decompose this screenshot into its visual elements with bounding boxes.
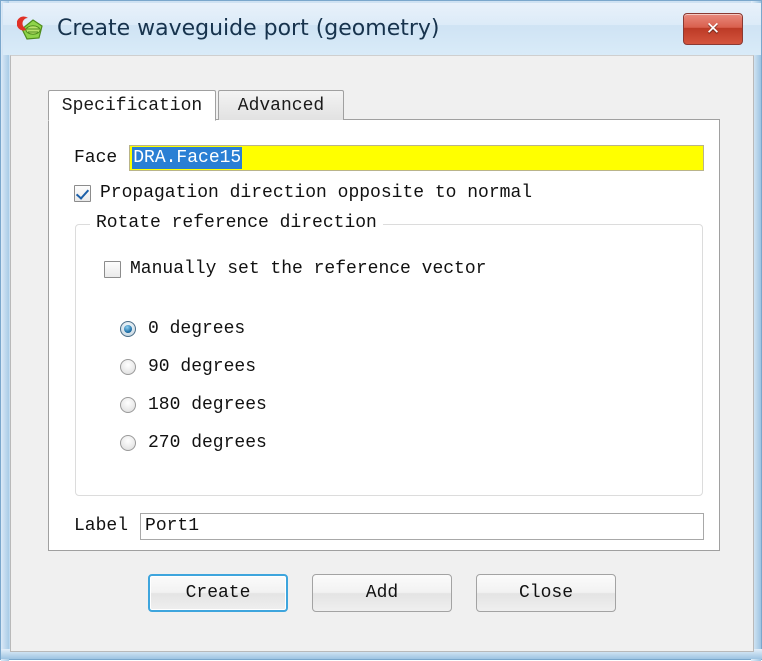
rotation-radio-group: 0 degrees 90 degrees 180 degrees 270 deg…: [120, 310, 267, 462]
title-bar[interactable]: Create waveguide port (geometry) ✕: [3, 3, 761, 55]
tab-specification-label: Specification: [61, 95, 203, 116]
radio-270-degrees[interactable]: 270 degrees: [120, 424, 267, 462]
radio-90-degrees-label: 90 degrees: [148, 357, 257, 377]
port-label-caption: Label: [74, 516, 129, 536]
radio-unselected-icon: [120, 397, 136, 413]
radio-270-degrees-label: 270 degrees: [148, 433, 267, 453]
face-input-value: DRA.Face15: [132, 147, 243, 169]
create-button[interactable]: Create: [148, 574, 288, 612]
radio-0-degrees-label: 0 degrees: [148, 319, 246, 339]
close-dialog-button[interactable]: Close: [476, 574, 616, 612]
manual-reference-vector-label: Manually set the reference vector: [130, 259, 487, 279]
rotate-reference-direction-group: Rotate reference direction Manually set …: [75, 213, 703, 496]
port-label-row: Label Port1: [74, 512, 704, 540]
propagation-direction-label: Propagation direction opposite to normal: [100, 183, 533, 203]
radio-unselected-icon: [120, 435, 136, 451]
dialog-button-bar: Create Add Close: [11, 574, 753, 612]
tab-strip: Specification Advanced: [48, 90, 720, 121]
window-frame-left: [1, 1, 9, 661]
add-button-label: Add: [365, 583, 399, 603]
create-button-label: Create: [185, 583, 251, 603]
add-button[interactable]: Add: [312, 574, 452, 612]
radio-180-degrees[interactable]: 180 degrees: [120, 386, 267, 424]
close-button[interactable]: ✕: [683, 13, 743, 45]
propagation-direction-checkbox[interactable]: Propagation direction opposite to normal: [74, 183, 532, 203]
tab-panel-specification: Face DRA.Face15 Propagation direction op…: [48, 119, 720, 551]
tab-advanced[interactable]: Advanced: [218, 90, 344, 120]
checkbox-checked-icon: [74, 184, 91, 202]
close-icon: ✕: [705, 18, 721, 39]
radio-0-degrees[interactable]: 0 degrees: [120, 310, 267, 348]
dialog-window: Create waveguide port (geometry) ✕ Speci…: [0, 0, 762, 661]
radio-180-degrees-label: 180 degrees: [148, 395, 267, 415]
dialog-client-area: Specification Advanced Face DRA.Face15 P…: [10, 55, 754, 652]
window-title: Create waveguide port (geometry): [57, 15, 440, 41]
tab-advanced-label: Advanced: [237, 95, 325, 116]
radio-90-degrees[interactable]: 90 degrees: [120, 348, 267, 386]
checkbox-unchecked-icon: [104, 260, 121, 278]
face-input[interactable]: DRA.Face15: [129, 145, 704, 171]
port-label-input[interactable]: Port1: [140, 512, 704, 540]
close-dialog-button-label: Close: [518, 583, 573, 603]
manual-reference-vector-checkbox[interactable]: Manually set the reference vector: [104, 259, 486, 279]
radio-unselected-icon: [120, 359, 136, 375]
face-label: Face: [74, 148, 118, 168]
face-row: Face DRA.Face15: [74, 144, 704, 172]
cst-app-icon: [16, 14, 47, 44]
group-title: Rotate reference direction: [90, 213, 383, 233]
radio-selected-icon: [120, 321, 136, 337]
tab-specification[interactable]: Specification: [48, 90, 216, 121]
